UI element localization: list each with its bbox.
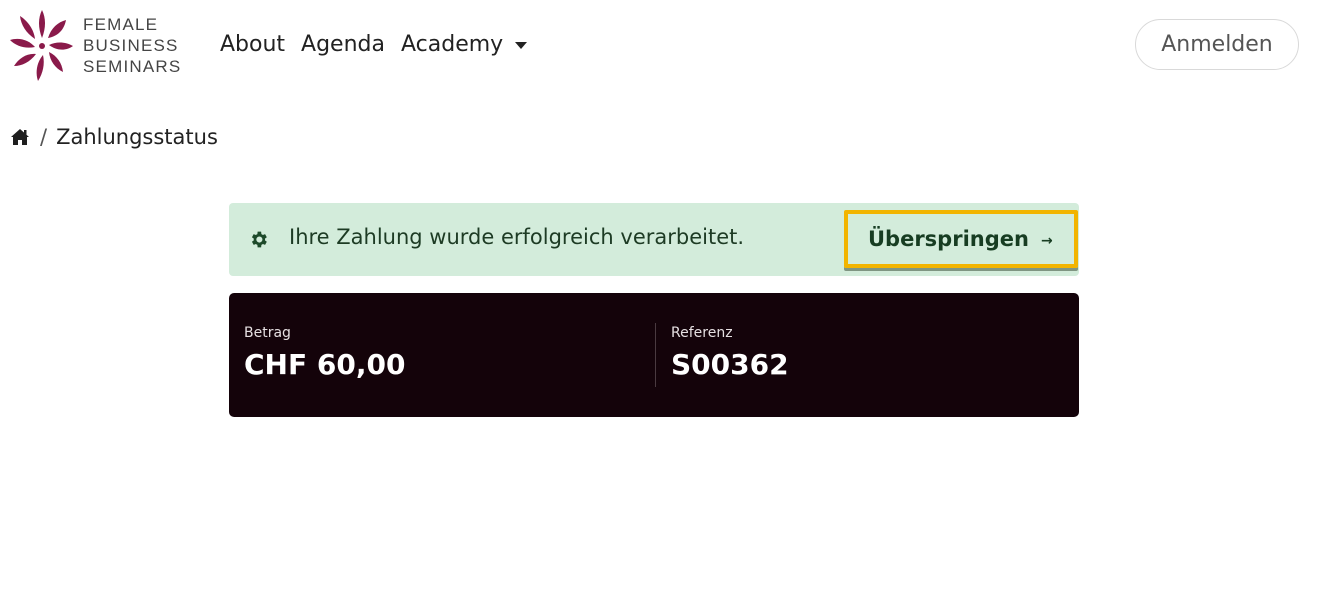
reference-value: S00362 (671, 348, 789, 381)
home-icon[interactable] (10, 128, 30, 146)
skip-button[interactable]: Überspringen → (844, 210, 1078, 268)
amount-value: CHF 60,00 (244, 348, 406, 381)
skip-button-label: Überspringen (868, 227, 1029, 251)
logo-line: FEMALE (83, 14, 159, 34)
alert-message: Ihre Zahlung wurde erfolgreich verarbeit… (289, 225, 745, 249)
payment-success-alert: Ihre Zahlung wurde erfolgreich verarbeit… (229, 203, 1079, 276)
nav-item-academy-dropdown[interactable]: Academy (401, 31, 528, 57)
site-header: FEMALE BUSINESS SEMINARS About Agenda Ac… (0, 0, 1327, 90)
logo-line: SEMINARS (83, 56, 182, 76)
flower-logo-icon (10, 10, 73, 81)
breadcrumb: / Zahlungsstatus (10, 122, 218, 152)
caret-down-icon (515, 41, 528, 49)
gear-icon (248, 229, 269, 250)
breadcrumb-current: Zahlungsstatus (56, 125, 218, 149)
main-nav: About Agenda Academy (220, 28, 543, 60)
brand-wordmark: FEMALE BUSINESS SEMINARS (83, 14, 181, 77)
amount-section: Betrag CHF 60,00 (244, 293, 654, 417)
logo-line: BUSINESS (83, 35, 179, 55)
reference-label: Referenz (671, 325, 733, 341)
arrow-right-icon: → (1040, 232, 1053, 249)
payment-details-card: Betrag CHF 60,00 Referenz S00362 (229, 293, 1079, 417)
reference-section: Referenz S00362 (655, 323, 1065, 387)
brand-logo[interactable]: FEMALE BUSINESS SEMINARS (8, 6, 188, 84)
login-button[interactable]: Anmelden (1135, 19, 1299, 70)
nav-item-agenda[interactable]: Agenda (301, 32, 385, 57)
nav-item-academy-label: Academy (401, 31, 504, 57)
breadcrumb-separator: / (40, 125, 48, 149)
nav-item-about[interactable]: About (220, 32, 285, 57)
amount-label: Betrag (244, 325, 291, 341)
